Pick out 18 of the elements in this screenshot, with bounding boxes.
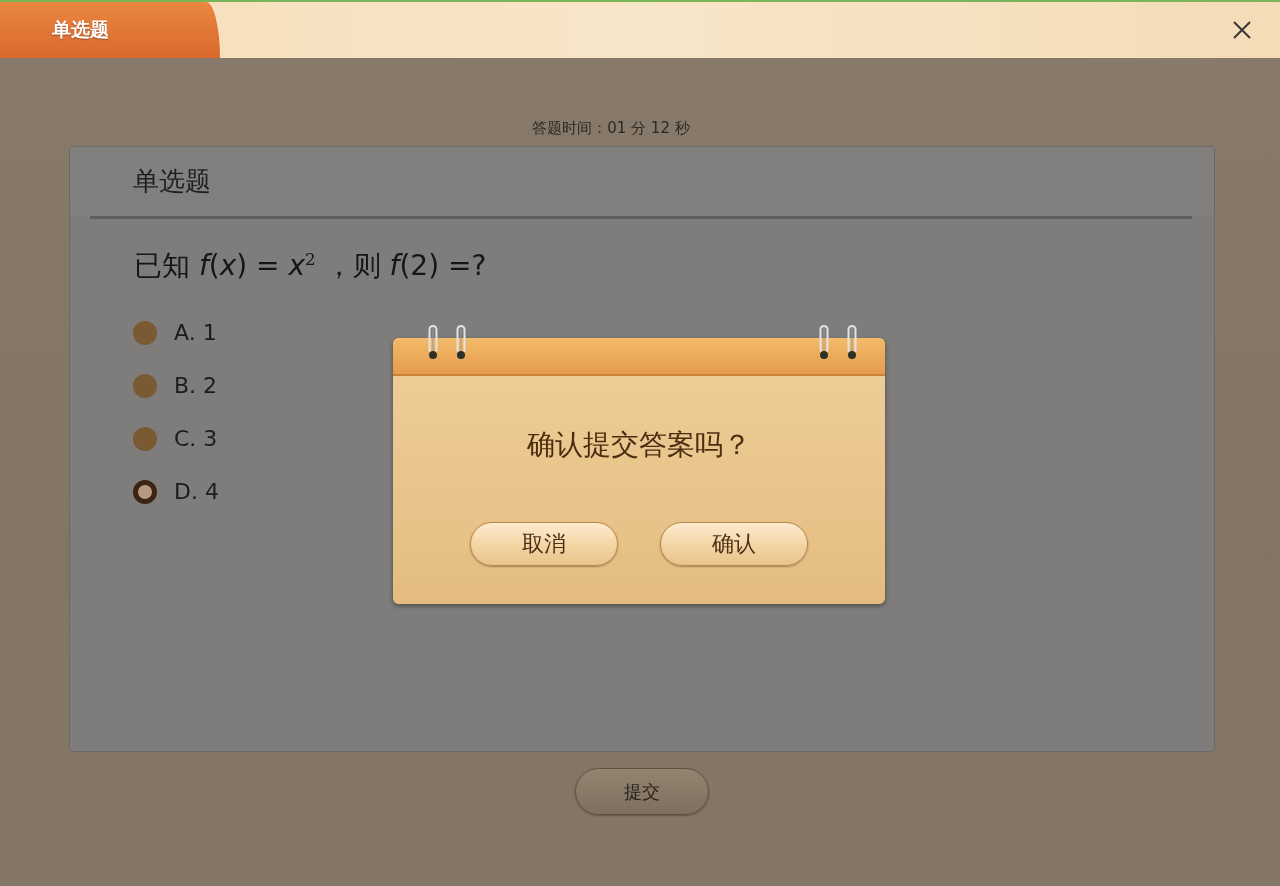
timer-text: 答题时间：01 分 12 秒	[532, 118, 690, 139]
binder-ring-icon	[819, 325, 829, 360]
card-heading: 单选题	[133, 165, 211, 198]
dialog-message: 确认提交答案吗？	[527, 428, 751, 462]
title-tab[interactable]: 单选题	[0, 2, 220, 58]
dialog-button[interactable]: 确认	[660, 522, 808, 566]
close-icon	[1232, 20, 1252, 40]
answer-option[interactable]: A. 1	[133, 306, 217, 360]
binder-ring-icon	[847, 325, 857, 360]
binder-ring-icon	[428, 325, 438, 360]
answer-option[interactable]: D. 4	[133, 465, 219, 519]
dialog-button[interactable]: 取消	[470, 522, 618, 566]
close-button[interactable]	[1232, 20, 1252, 40]
binder-ring-icon	[456, 325, 466, 360]
submit-button[interactable]: 提交	[575, 768, 709, 815]
answer-option[interactable]: C. 3	[133, 412, 218, 466]
question-text: 已知 f(x) = x$^{2}$ ，则 f(2) =?	[134, 249, 487, 283]
answer-option[interactable]: B. 2	[133, 359, 218, 413]
